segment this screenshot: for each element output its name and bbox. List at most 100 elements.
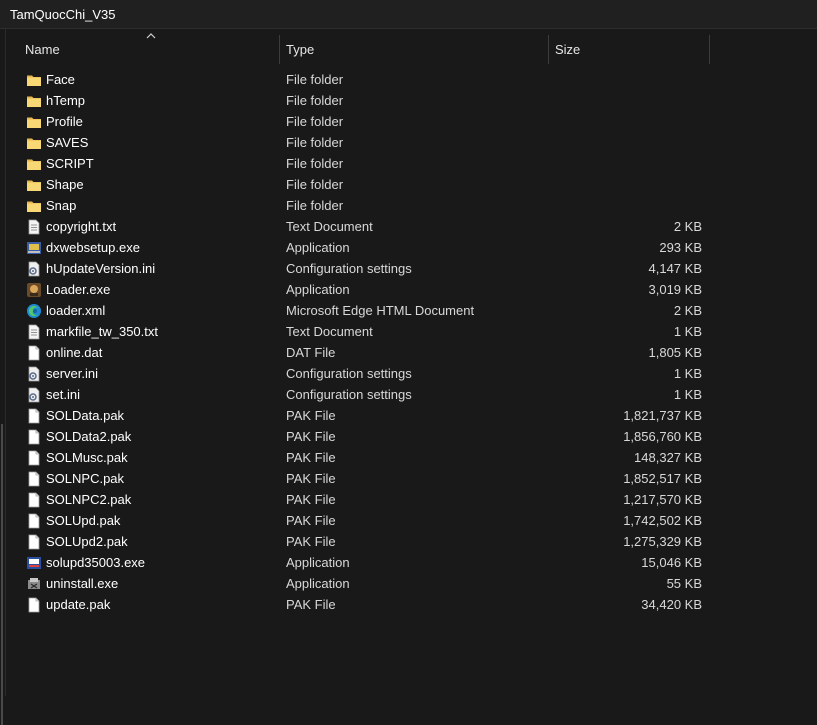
blank-file-icon [26,429,42,445]
column-header-size[interactable]: Size [555,35,705,64]
file-name[interactable]: Face [46,72,75,87]
file-row[interactable]: markfile_tw_350.txt Text Document 1 KB [0,322,817,343]
file-row[interactable]: hUpdateVersion.ini Configuration settings… [0,259,817,280]
file-name[interactable]: Snap [46,198,76,213]
file-row[interactable]: SOLNPC.pak PAK File 1,852,517 KB [0,469,817,490]
folder-row[interactable]: SCRIPT File folder [0,154,817,175]
file-row[interactable]: SOLData2.pak PAK File 1,856,760 KB [0,427,817,448]
file-type: File folder [286,177,344,192]
file-row[interactable]: SOLUpd.pak PAK File 1,742,502 KB [0,511,817,532]
file-row[interactable]: SOLUpd2.pak PAK File 1,275,329 KB [0,532,817,553]
settings-file-icon [26,366,42,382]
file-row[interactable]: solupd35003.exe Application 15,046 KB [0,553,817,574]
game-app-icon [26,282,42,298]
file-name[interactable]: SCRIPT [46,156,94,171]
folder-row[interactable]: SAVES File folder [0,133,817,154]
column-divider[interactable] [279,35,280,64]
uninstall-app-icon [26,576,42,592]
file-row[interactable]: set.ini Configuration settings 1 KB [0,385,817,406]
file-row[interactable]: copyright.txt Text Document 2 KB [0,217,817,238]
blank-file-icon [26,450,42,466]
file-name[interactable]: SOLUpd.pak [46,513,120,528]
file-name[interactable]: hUpdateVersion.ini [46,261,155,276]
file-name[interactable]: solupd35003.exe [46,555,145,570]
file-type: PAK File [286,471,336,486]
file-size: 1,275,329 KB [623,534,702,549]
file-name[interactable]: server.ini [46,366,98,381]
text-file-icon [26,219,42,235]
file-name[interactable]: SOLMusc.pak [46,450,128,465]
file-name[interactable]: dxwebsetup.exe [46,240,140,255]
folder-icon [26,156,42,172]
file-type: File folder [286,156,344,171]
folder-icon [26,177,42,193]
file-type: PAK File [286,450,336,465]
blank-file-icon [26,408,42,424]
file-name[interactable]: SOLNPC.pak [46,471,124,486]
file-row[interactable]: uninstall.exe Application 55 KB [0,574,817,595]
folder-row[interactable]: Profile File folder [0,112,817,133]
file-type: PAK File [286,429,336,444]
file-row[interactable]: online.dat DAT File 1,805 KB [0,343,817,364]
folder-icon [26,114,42,130]
blank-file-icon [26,534,42,550]
file-name[interactable]: SAVES [46,135,88,150]
file-type: File folder [286,198,344,213]
file-name[interactable]: copyright.txt [46,219,116,234]
file-size: 1,856,760 KB [623,429,702,444]
column-header-type[interactable]: Type [286,35,546,64]
column-divider[interactable] [709,35,710,64]
file-row[interactable]: update.pak PAK File 34,420 KB [0,595,817,616]
folder-row[interactable]: hTemp File folder [0,91,817,112]
blank-file-icon [26,597,42,613]
file-row[interactable]: loader.xml Microsoft Edge HTML Document 2 … [0,301,817,322]
settings-file-icon [26,387,42,403]
folder-row[interactable]: Face File folder [0,70,817,91]
file-type: PAK File [286,492,336,507]
file-name[interactable]: Loader.exe [46,282,110,297]
file-list: Face File folder hTemp File folder Profile… [0,70,817,616]
file-type: File folder [286,93,344,108]
folder-row[interactable]: Snap File folder [0,196,817,217]
file-name[interactable]: SOLData2.pak [46,429,131,444]
blank-file-icon [26,513,42,529]
file-name[interactable]: markfile_tw_350.txt [46,324,158,339]
file-row[interactable]: dxwebsetup.exe Application 293 KB [0,238,817,259]
file-name[interactable]: Profile [46,114,83,129]
file-row[interactable]: Loader.exe Application 3,019 KB [0,280,817,301]
file-type: File folder [286,72,344,87]
window-title: TamQuocChi_V35 [10,7,116,22]
file-name[interactable]: online.dat [46,345,102,360]
folder-icon [26,198,42,214]
column-divider[interactable] [548,35,549,64]
file-size: 4,147 KB [648,261,703,276]
file-type: Configuration settings [286,387,412,402]
file-size: 34,420 KB [641,597,702,612]
file-name[interactable]: SOLData.pak [46,408,124,423]
file-name[interactable]: SOLUpd2.pak [46,534,128,549]
file-size: 1 KB [673,324,702,339]
file-type: Application [286,555,350,570]
file-name[interactable]: loader.xml [46,303,105,318]
file-row[interactable]: server.ini Configuration settings 1 KB [0,364,817,385]
installer-icon [26,240,42,256]
file-size: 1,742,502 KB [623,513,702,528]
file-name[interactable]: update.pak [46,597,110,612]
folder-row[interactable]: Shape File folder [0,175,817,196]
file-row[interactable]: SOLNPC2.pak PAK File 1,217,570 KB [0,490,817,511]
file-name[interactable]: Shape [46,177,84,192]
file-name[interactable]: set.ini [46,387,80,402]
file-name[interactable]: SOLNPC2.pak [46,492,131,507]
file-size: 293 KB [659,240,702,255]
folder-icon [26,72,42,88]
file-row[interactable]: SOLData.pak PAK File 1,821,737 KB [0,406,817,427]
file-size: 1,821,737 KB [623,408,702,423]
file-type: Application [286,282,350,297]
file-row[interactable]: SOLMusc.pak PAK File 148,327 KB [0,448,817,469]
file-name[interactable]: hTemp [46,93,85,108]
column-header-name[interactable]: Name [25,35,275,64]
file-type: File folder [286,135,344,150]
edge-icon [26,303,42,319]
column-header-row: Name Type Size [7,33,817,64]
file-name[interactable]: uninstall.exe [46,576,118,591]
